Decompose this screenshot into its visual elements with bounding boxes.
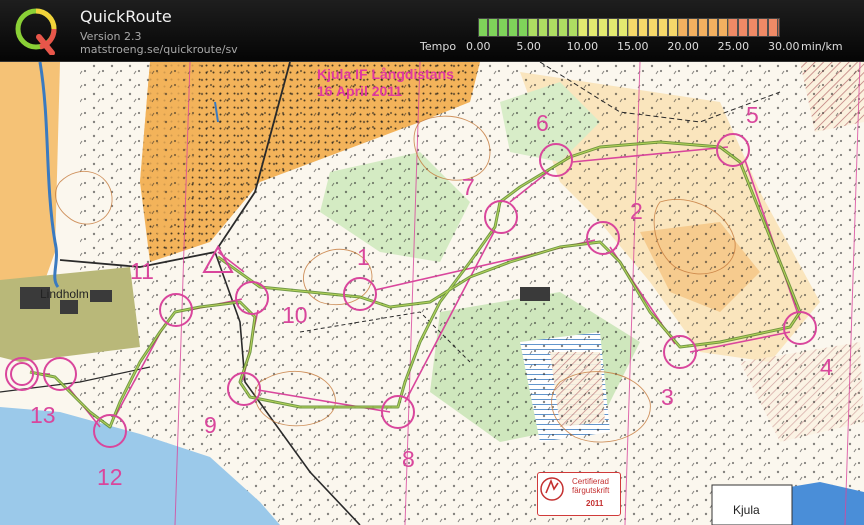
app-header: QuickRoute Version 2.3 matstroeng.se/qui… — [0, 0, 864, 62]
control-number-9: 9 — [204, 412, 217, 438]
control-number-4: 4 — [820, 354, 833, 380]
control-number-12: 12 — [97, 464, 123, 490]
tempo-segment-5 — [679, 19, 729, 36]
app-title: QuickRoute — [80, 7, 172, 26]
map-title-event: Kjula IF Långdistans — [317, 66, 454, 82]
orienteering-map — [0, 62, 864, 525]
control-number-5: 5 — [746, 102, 759, 128]
map-view[interactable]: Kjula IF Långdistans 16 April 2011 1 2 3… — [0, 62, 864, 525]
tempo-segment-1 — [479, 19, 529, 36]
control-number-1: 1 — [357, 244, 370, 270]
tempo-tick-label: 10.00 — [566, 40, 599, 53]
control-number-8: 8 — [402, 446, 415, 472]
place-name-lindholm: Lindholm — [40, 287, 89, 301]
control-number-2: 2 — [630, 198, 643, 224]
tempo-tick-label: 20.00 — [667, 40, 699, 53]
control-number-3: 3 — [661, 384, 674, 410]
control-number-7: 7 — [462, 174, 475, 200]
tempo-color-scale — [478, 18, 780, 37]
badge-emblem-icon — [540, 477, 564, 501]
place-name-kjula: Kjula — [733, 503, 760, 517]
tempo-segment-6 — [729, 19, 779, 36]
badge-year: 2011 — [586, 499, 604, 508]
tempo-tick-label: 15.00 — [617, 40, 649, 53]
tempo-tick-label: 25.00 — [717, 40, 750, 53]
tempo-ticks: 0.00 5.00 10.00 15.00 20.00 25.00 30.00 — [466, 40, 806, 54]
tempo-tick-label: 5.00 — [516, 40, 541, 53]
badge-title: Certifierad — [572, 477, 609, 486]
app-version: Version 2.3 — [80, 30, 142, 43]
control-number-13: 13 — [30, 402, 56, 428]
tempo-tick-label: 0.00 — [466, 40, 491, 53]
control-number-6: 6 — [536, 110, 549, 136]
tempo-segment-4 — [629, 19, 679, 36]
tempo-label: Tempo — [420, 40, 457, 53]
tempo-tick-label: 30.00 — [768, 40, 800, 53]
control-number-11: 11 — [130, 258, 154, 284]
tempo-segment-3 — [579, 19, 629, 36]
tempo-unit: min/km — [801, 40, 843, 53]
map-title-date: 16 April 2011 — [317, 83, 403, 99]
village-area — [0, 267, 140, 362]
badge-subtitle: färgutskrift — [572, 486, 610, 495]
tempo-segment-2 — [529, 19, 579, 36]
map-title: Kjula IF Långdistans 16 April 2011 — [317, 66, 454, 100]
certified-print-badge: Certifierad färgutskrift 2011 — [537, 472, 621, 516]
app-url[interactable]: matstroeng.se/quickroute/sv — [80, 43, 238, 56]
quickroute-logo-icon — [15, 8, 57, 55]
control-number-10: 10 — [282, 302, 308, 328]
